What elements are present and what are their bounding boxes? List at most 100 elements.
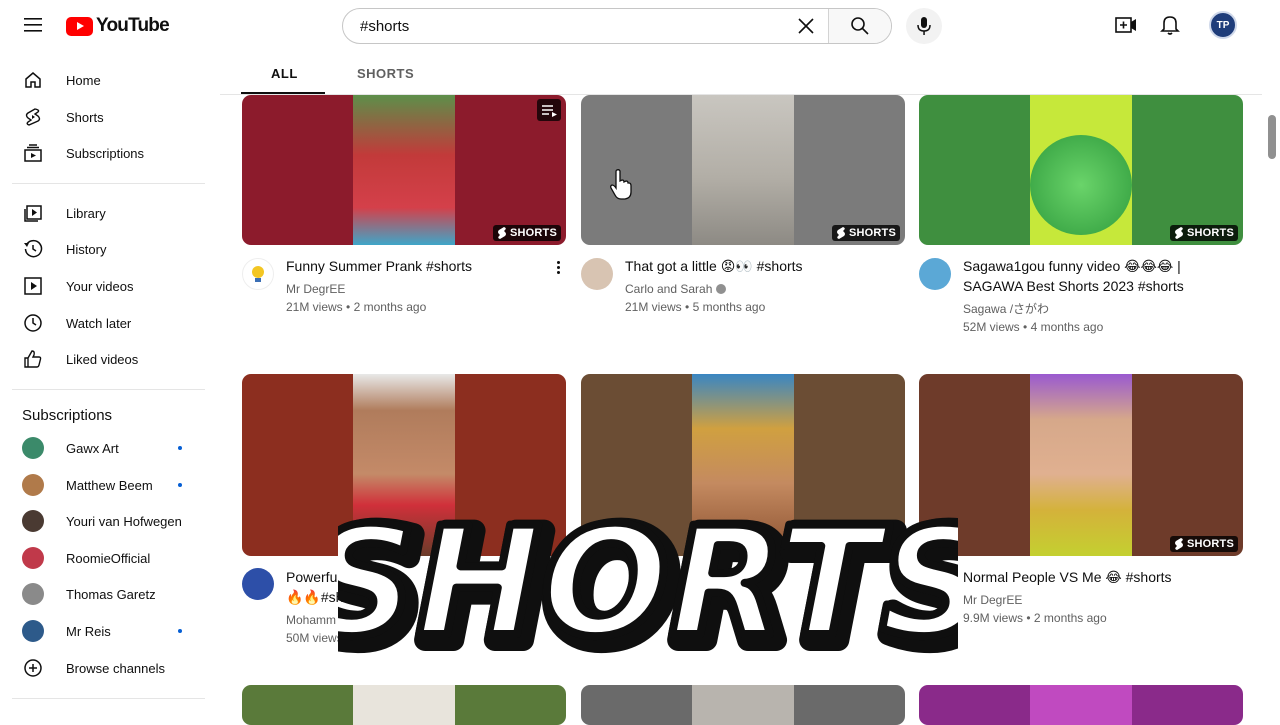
video-stats: 21M views • 2 months ago [286, 300, 427, 314]
search-icon [851, 17, 869, 35]
subscription-item[interactable]: Matthew Beem [22, 473, 153, 497]
sidebar-item-your-videos[interactable]: Your videos [22, 274, 133, 298]
search-button[interactable] [828, 9, 891, 43]
video-title[interactable]: Funny Summer Prank #shorts [286, 256, 534, 276]
channel-name[interactable]: Mohamm [286, 611, 336, 629]
your-videos-icon [22, 275, 44, 297]
liked-icon [22, 348, 44, 370]
channel-avatar[interactable] [581, 258, 613, 290]
account-avatar[interactable]: TP [1209, 11, 1237, 39]
home-icon [22, 69, 44, 91]
voice-search-button[interactable] [906, 8, 942, 44]
create-button[interactable] [1114, 13, 1138, 37]
notifications-button[interactable] [1158, 13, 1182, 37]
library-icon [22, 202, 44, 224]
sidebar-item-label: Shorts [66, 109, 104, 125]
menu-icon [24, 18, 42, 32]
tab-all[interactable]: ALL [271, 66, 298, 81]
sidebar-item-label: Liked videos [66, 351, 139, 367]
sidebar-item-library[interactable]: Library [22, 201, 106, 225]
video-thumbnail[interactable] [919, 685, 1243, 725]
video-thumbnail[interactable] [581, 685, 905, 725]
channel-avatar [22, 510, 44, 532]
video-stats: 21M views • 5 months ago [625, 300, 766, 314]
sidebar-divider [12, 389, 205, 390]
sidebar-divider [12, 183, 205, 184]
channel-avatar[interactable] [919, 258, 951, 290]
channel-avatar [22, 583, 44, 605]
shorts-badge: SHORTS [492, 225, 561, 241]
shorts-badge: SHORTS [831, 225, 900, 241]
video-title[interactable]: Sagawa1gou funny video 😂😂😂 | SAGAWA Best… [963, 256, 1233, 296]
subscription-label: Youri van Hofwegen [66, 513, 182, 529]
close-icon [798, 18, 814, 34]
shorts-badge: SHORTS [1169, 536, 1238, 552]
scrollbar-thumb[interactable] [1268, 115, 1276, 159]
sidebar-item-label: Your videos [66, 278, 134, 294]
clear-search-button[interactable] [784, 9, 828, 43]
menu-button[interactable] [22, 14, 44, 36]
more-options-icon[interactable] [553, 257, 563, 277]
youtube-logo[interactable]: YouTube [66, 15, 170, 37]
sidebar-item-subscriptions[interactable]: Subscriptions [22, 141, 144, 165]
subscription-item[interactable]: Mr Reis [22, 619, 111, 643]
channel-name[interactable]: Sagawa /さがわ [963, 300, 1049, 318]
subscription-item[interactable]: Youri van Hofwegen [22, 509, 182, 533]
lightbulb-icon [252, 266, 264, 282]
sidebar-item-liked-videos[interactable]: Liked videos [22, 347, 138, 371]
play-icon [66, 16, 93, 36]
channel-avatar[interactable] [242, 568, 274, 600]
svg-text:SHORTS: SHORTS [338, 496, 958, 668]
add-circle-icon [22, 657, 44, 679]
history-icon [22, 238, 44, 260]
tab-shorts[interactable]: SHORTS [357, 66, 414, 81]
video-thumbnail[interactable]: SHORTS [242, 95, 566, 245]
subscriptions-heading: Subscriptions [22, 407, 113, 424]
video-stats: 52M views • 4 months ago [963, 320, 1104, 334]
subscription-label: RoomieOfficial [66, 550, 151, 566]
video-stats: 9.9M views • 2 months ago [963, 611, 1107, 625]
bell-icon [1160, 16, 1180, 35]
shorts-icon [1174, 227, 1183, 239]
channel-avatar [22, 620, 44, 642]
shorts-icon [836, 227, 845, 239]
subscription-label: Gawx Art [66, 440, 119, 456]
mic-icon [917, 17, 931, 35]
subscription-item[interactable]: RoomieOfficial [22, 546, 150, 570]
subscription-label: Thomas Garetz [66, 586, 156, 602]
subscription-item[interactable]: Gawx Art [22, 436, 119, 460]
channel-avatar [22, 474, 44, 496]
channel-name[interactable]: Carlo and Sarah [625, 280, 726, 298]
video-stats: 50M views [286, 631, 343, 645]
sidebar-item-label: Browse channels [66, 660, 165, 676]
new-content-dot [178, 629, 182, 633]
sidebar-item-watch-later[interactable]: Watch later [22, 311, 131, 335]
video-title[interactable]: That got a little 😡👀 #shorts [625, 256, 873, 276]
queue-icon[interactable] [537, 99, 561, 121]
search-input[interactable] [343, 9, 784, 43]
browse-channels-button[interactable]: Browse channels [22, 656, 165, 680]
video-thumbnail[interactable]: SHORTS [919, 95, 1243, 245]
shorts-badge: SHORTS [1169, 225, 1238, 241]
new-content-dot [178, 483, 182, 487]
channel-avatar[interactable] [242, 258, 274, 290]
video-thumbnail[interactable]: SHORTS [919, 374, 1243, 556]
search-box[interactable] [342, 8, 892, 44]
channel-avatar [22, 437, 44, 459]
sidebar-item-home[interactable]: Home [22, 68, 101, 92]
shorts-overlay-title: SHORTS SHORTS [338, 491, 958, 668]
video-thumbnail[interactable] [242, 685, 566, 725]
video-title[interactable]: Normal People VS Me 😂 #shorts [963, 567, 1211, 587]
shorts-icon [1174, 538, 1183, 550]
sidebar-item-history[interactable]: History [22, 237, 106, 261]
subscription-label: Matthew Beem [66, 477, 153, 493]
subscription-item[interactable]: Thomas Garetz [22, 582, 156, 606]
sidebar-item-shorts[interactable]: Shorts [22, 105, 104, 129]
shorts-icon [22, 106, 44, 128]
channel-name[interactable]: Mr DegrEE [963, 591, 1022, 609]
sidebar-item-label: Home [66, 72, 101, 88]
balloon-shape [1030, 135, 1132, 235]
new-content-dot [178, 446, 182, 450]
channel-name[interactable]: Mr DegrEE [286, 280, 345, 298]
subscription-label: Mr Reis [66, 623, 111, 639]
